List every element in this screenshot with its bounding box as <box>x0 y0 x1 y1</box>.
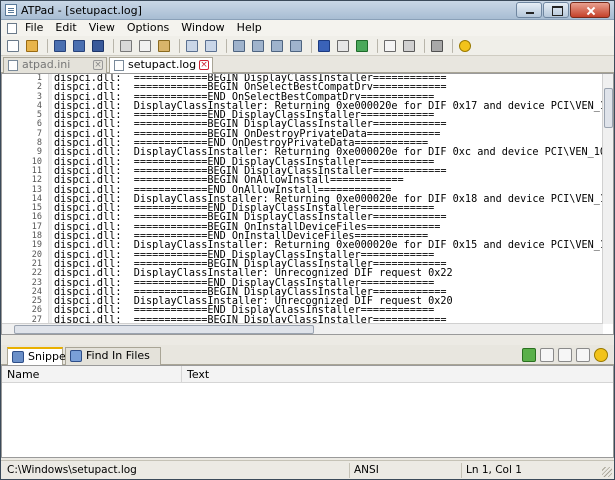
new-icon[interactable] <box>5 38 21 54</box>
find-next-icon[interactable] <box>269 38 285 54</box>
insert-snippet-icon[interactable] <box>540 348 554 362</box>
line-number: 8 <box>36 138 42 149</box>
tab-label: atpad.ini <box>22 58 71 71</box>
line-number: 4 <box>36 100 42 111</box>
find-in-files-icon <box>70 350 82 362</box>
edit-snippet-icon[interactable] <box>558 348 572 362</box>
tab-setupact-log[interactable]: setupact.log × <box>109 57 213 74</box>
status-bar: C:\Windows\setupact.log ANSI Ln 1, Col 1 <box>1 460 614 479</box>
horizontal-scroll-thumb[interactable] <box>14 325 314 334</box>
app-window: ATPad - [setupact.log] File Edit View Op… <box>0 0 615 480</box>
menu-view[interactable]: View <box>83 20 121 36</box>
window-controls <box>515 2 610 18</box>
tab-find-in-files-results[interactable]: Find In Files Results <box>65 347 161 378</box>
menu-options[interactable]: Options <box>121 20 175 36</box>
line-number: 5 <box>36 110 42 121</box>
save-all-icon[interactable] <box>90 38 106 54</box>
toolbar <box>1 36 614 56</box>
paste-icon[interactable] <box>156 38 172 54</box>
word-wrap-icon[interactable] <box>316 38 332 54</box>
toolbar-separator <box>424 38 425 53</box>
editor-content[interactable]: 1 dispci.dll: ============BEGIN DisplayCl… <box>2 74 603 324</box>
close-button[interactable] <box>570 2 610 18</box>
settings-icon[interactable] <box>429 38 445 54</box>
print-preview-icon[interactable] <box>382 38 398 54</box>
redo-icon[interactable] <box>203 38 219 54</box>
help-icon[interactable] <box>594 348 608 362</box>
minimize-button[interactable] <box>516 2 542 18</box>
replace-icon[interactable] <box>250 38 266 54</box>
add-snippet-icon[interactable] <box>522 348 536 362</box>
vertical-scrollbar[interactable] <box>602 74 613 324</box>
menu-bar: File Edit View Options Window Help <box>1 20 614 36</box>
column-header-text[interactable]: Text <box>182 366 602 383</box>
vertical-scroll-thumb[interactable] <box>604 88 613 128</box>
app-icon[interactable] <box>5 4 17 16</box>
line-number: 2 <box>36 82 42 93</box>
toolbar-separator <box>452 38 453 53</box>
title-bar[interactable]: ATPad - [setupact.log] <box>1 1 614 20</box>
toolbar-separator <box>47 38 48 53</box>
save-icon[interactable] <box>52 38 68 54</box>
line-number: 3 <box>36 91 42 102</box>
help-icon[interactable] <box>457 38 473 54</box>
window-title: ATPad - [setupact.log] <box>21 4 142 17</box>
column-header-name[interactable]: Name <box>2 366 182 383</box>
line-number: 1 <box>36 74 42 83</box>
toolbar-separator <box>113 38 114 53</box>
status-cursor-position: Ln 1, Col 1 <box>461 463 611 478</box>
copy-icon[interactable] <box>137 38 153 54</box>
line-number: 7 <box>36 128 42 139</box>
close-tab-icon[interactable]: × <box>93 60 103 70</box>
snippets-icon <box>12 351 24 363</box>
print-icon[interactable] <box>401 38 417 54</box>
horizontal-scrollbar[interactable] <box>2 323 603 334</box>
toolbar-separator <box>311 38 312 53</box>
snippets-list[interactable]: Name Text <box>1 365 614 458</box>
panel-tabs: Snippets Find In Files Results <box>1 345 614 378</box>
find-prev-icon[interactable] <box>288 38 304 54</box>
undo-icon[interactable] <box>184 38 200 54</box>
find-icon[interactable] <box>231 38 247 54</box>
menu-file[interactable]: File <box>19 20 49 36</box>
toolbar-separator <box>226 38 227 53</box>
snippets-header: Name Text <box>2 366 613 383</box>
status-file-path: C:\Windows\setupact.log <box>7 464 137 476</box>
toolbar-separator <box>179 38 180 53</box>
refresh-icon[interactable] <box>354 38 370 54</box>
close-tab-icon[interactable]: × <box>199 60 209 70</box>
resize-grip[interactable] <box>602 467 612 477</box>
file-icon <box>8 60 18 71</box>
menu-edit[interactable]: Edit <box>49 20 82 36</box>
notes-icon[interactable] <box>576 348 590 362</box>
document-tabs: atpad.ini × setupact.log × <box>1 56 614 74</box>
document-menu-icon[interactable] <box>3 20 19 36</box>
tab-snippets[interactable]: Snippets <box>7 347 76 365</box>
tab-label: setupact.log <box>128 58 197 71</box>
toolbar-separator <box>377 38 378 53</box>
cut-icon[interactable] <box>118 38 134 54</box>
menu-window[interactable]: Window <box>175 20 230 36</box>
maximize-button[interactable] <box>543 2 569 18</box>
menu-help[interactable]: Help <box>231 20 268 36</box>
text-editor[interactable]: 1 dispci.dll: ============BEGIN DisplayCl… <box>1 73 614 335</box>
panel-toolbar <box>518 348 608 362</box>
line-number: 6 <box>36 119 42 130</box>
open-icon[interactable] <box>24 38 40 54</box>
tab-atpad-ini[interactable]: atpad.ini × <box>3 57 107 73</box>
save-as-icon[interactable] <box>71 38 87 54</box>
copy-doc-icon[interactable] <box>335 38 351 54</box>
status-encoding: ANSI <box>349 463 459 478</box>
file-icon <box>114 60 124 71</box>
